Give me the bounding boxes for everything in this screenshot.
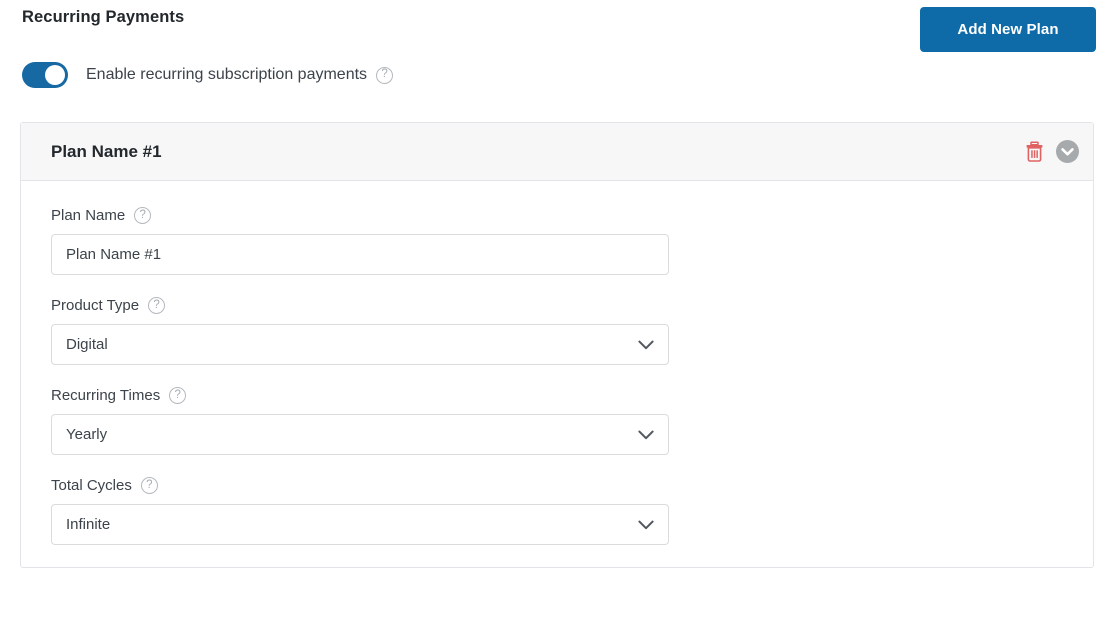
total-cycles-select[interactable]: Infinite [51, 504, 669, 545]
collapse-plan-button[interactable] [1056, 140, 1079, 163]
plan-name-input[interactable] [51, 234, 669, 275]
total-cycles-label: Total Cycles [51, 477, 132, 494]
product-type-label: Product Type [51, 297, 140, 314]
plan-card: Plan Name #1 Plan Name ? Plan Name #1 Pr… [20, 122, 1094, 568]
plan-card-actions [1025, 140, 1079, 163]
field-label-row: Recurring Times ? [51, 387, 1063, 404]
plan-name-control [51, 234, 669, 275]
help-icon[interactable]: ? [376, 66, 394, 84]
recurring-times-label: Recurring Times [51, 387, 161, 404]
plan-card-title: Plan Name #1 [51, 141, 162, 161]
product-type-control: Digital [51, 324, 669, 365]
plan-card-header: Plan Name #1 [21, 123, 1093, 181]
field-label-row: Total Cycles ? [51, 477, 1063, 494]
help-icon[interactable]: ? [148, 297, 166, 314]
enable-recurring-toggle[interactable] [22, 62, 68, 88]
page-title: Recurring Payments [22, 8, 185, 26]
add-new-plan-button[interactable]: Add New Plan [920, 7, 1096, 52]
field-label-row: Product Type ? [51, 297, 1063, 314]
field-plan-name: Plan Name ? [51, 207, 1063, 275]
plan-name-label: Plan Name [51, 207, 126, 224]
help-icon[interactable]: ? [140, 477, 158, 494]
field-product-type: Product Type ? Digital [51, 297, 1063, 365]
field-total-cycles: Total Cycles ? Infinite [51, 477, 1063, 545]
plan-card-body: Plan Name ? Product Type ? Digital [21, 181, 1093, 545]
help-icon[interactable]: ? [134, 207, 152, 224]
delete-plan-button[interactable] [1025, 141, 1044, 162]
trash-icon [1026, 141, 1043, 162]
toggle-knob [45, 65, 65, 85]
recurring-times-control: Yearly [51, 414, 669, 455]
field-recurring-times: Recurring Times ? Yearly [51, 387, 1063, 455]
enable-recurring-row: Enable recurring subscription payments ? [22, 58, 394, 92]
enable-recurring-label: Enable recurring subscription payments [86, 66, 368, 83]
recurring-times-select[interactable]: Yearly [51, 414, 669, 455]
chevron-down-circle-icon [1056, 140, 1079, 163]
total-cycles-control: Infinite [51, 504, 669, 545]
field-label-row: Plan Name ? [51, 207, 1063, 224]
help-icon[interactable]: ? [169, 387, 187, 404]
product-type-select[interactable]: Digital [51, 324, 669, 365]
